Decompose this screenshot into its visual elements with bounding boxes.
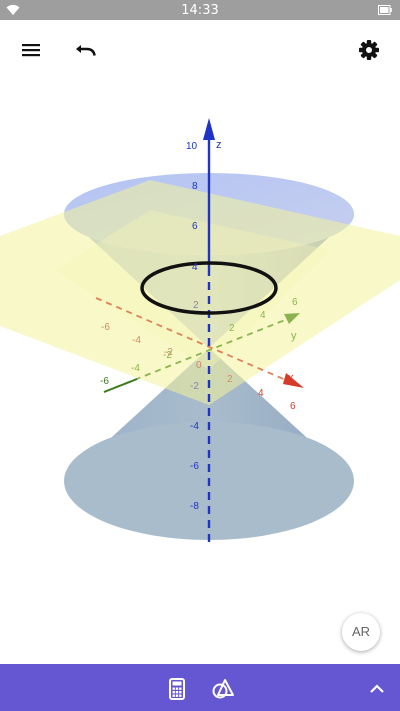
z-tick-label: -2: [190, 381, 199, 392]
calculator-icon: [169, 678, 185, 700]
x-tick-label: 4: [258, 388, 264, 399]
x-tick-label: -6: [101, 322, 110, 333]
z-tick-label: 4: [192, 262, 198, 273]
y-tick-label: 6: [292, 297, 298, 308]
x-tick-label: 2: [227, 374, 233, 385]
ar-button[interactable]: AR: [342, 613, 380, 651]
geometry-tools-icon: [212, 679, 234, 699]
y-tick-label: -4: [131, 363, 140, 374]
bottom-bar: [0, 664, 400, 711]
status-time: 14:33: [181, 3, 219, 18]
y-tick-label: -2: [163, 350, 172, 361]
menu-icon: [22, 44, 40, 57]
y-axis-solid: [103, 378, 138, 393]
tools-button[interactable]: [210, 676, 236, 702]
z-axis-label: z: [216, 139, 222, 151]
y-tick-label: -6: [100, 376, 109, 387]
z-axis-arrow: [203, 118, 215, 140]
settings-button[interactable]: [353, 34, 385, 66]
origin-label: 0: [196, 360, 202, 371]
undo-button[interactable]: [69, 34, 101, 66]
x-tick-label: -4: [132, 335, 141, 346]
graphics-3d-view[interactable]: z 10 8 6 4 2 -2 -4 -6 -8 0 -6 -4 -2 2 4 …: [0, 90, 400, 560]
undo-icon: [76, 45, 96, 56]
battery-icon: [378, 5, 392, 15]
gear-icon: [359, 40, 379, 60]
menu-button[interactable]: [15, 34, 47, 66]
z-tick-label: 2: [193, 300, 199, 311]
y-axis-label: y: [291, 330, 297, 342]
z-tick-label: -8: [190, 501, 199, 512]
y-tick-label: 2: [229, 323, 235, 334]
x-axis-label: x: [288, 372, 294, 384]
x-tick-label: 6: [290, 401, 296, 412]
calculator-button[interactable]: [164, 676, 190, 702]
z-tick-label: -6: [190, 461, 199, 472]
z-tick-label: -4: [190, 421, 199, 432]
chevron-up-icon: [370, 684, 384, 693]
z-tick-label: 6: [192, 221, 198, 232]
x-axis-arrow: [283, 373, 304, 388]
y-tick-label: 4: [260, 310, 266, 321]
z-tick-label: 10: [186, 141, 198, 152]
status-bar: 14:33: [0, 0, 400, 20]
z-tick-label: 8: [192, 181, 198, 192]
expand-button[interactable]: [364, 676, 390, 702]
